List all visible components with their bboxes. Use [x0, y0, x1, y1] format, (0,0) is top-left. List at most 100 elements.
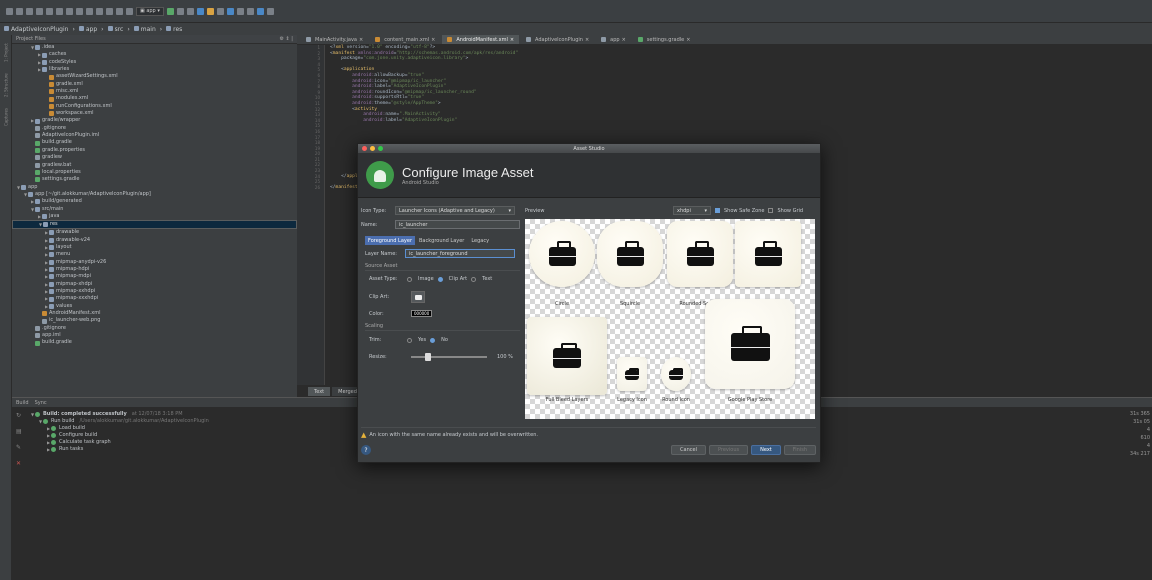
- tab-text[interactable]: Text: [308, 387, 331, 396]
- breadcrumb-item[interactable]: AdaptiveIconPlugin: [4, 25, 68, 33]
- help-icon[interactable]: [266, 7, 274, 15]
- folder-icon[interactable]: [6, 7, 13, 15]
- editor-tab[interactable]: AndroidManifest.xml ×: [442, 35, 520, 44]
- radio-trim-yes[interactable]: [407, 337, 412, 343]
- cancel-button[interactable]: Cancel: [671, 445, 706, 455]
- tree-item[interactable]: ▼ res: [12, 220, 297, 230]
- build-tree-item[interactable]: ▼ Run build/Users/alokkumar/git.alokkumar…: [30, 418, 209, 425]
- close-tab-icon[interactable]: ×: [622, 37, 626, 43]
- run-icon[interactable]: [166, 7, 174, 15]
- tree-item[interactable]: ▶ caches: [12, 51, 297, 58]
- previous-button[interactable]: Previous: [708, 445, 749, 455]
- tree-item[interactable]: misc.xml: [12, 88, 297, 95]
- find-icon[interactable]: [86, 7, 93, 15]
- attach-icon[interactable]: [196, 7, 204, 15]
- tab-foreground-layer[interactable]: Foreground Layer: [365, 236, 415, 245]
- run-config-select[interactable]: ▣ app ▾: [136, 6, 164, 16]
- tree-item[interactable]: local.properties: [12, 169, 297, 176]
- tree-item[interactable]: ▶ build/generated: [12, 198, 297, 205]
- close-tab-icon[interactable]: ×: [359, 37, 363, 43]
- tree-item[interactable]: ▼ .idea: [12, 44, 297, 51]
- project-view-selector[interactable]: Project Files: [16, 36, 46, 42]
- tree-item[interactable]: settings.gradle: [12, 176, 297, 183]
- close-icon[interactable]: ✕: [16, 460, 23, 467]
- project-panel-actions[interactable]: ⚙ ⇕ |: [279, 36, 293, 42]
- tree-item[interactable]: ▶ mipmap-xhdpi: [12, 281, 297, 288]
- breadcrumb-item[interactable]: res: [166, 25, 182, 33]
- back-icon[interactable]: [106, 7, 113, 15]
- checkbox-safe-zone[interactable]: [715, 208, 720, 213]
- tree-item[interactable]: modules.xml: [12, 95, 297, 102]
- tree-item[interactable]: gradle.xml: [12, 81, 297, 88]
- close-tab-icon[interactable]: ×: [510, 37, 514, 43]
- undo-icon[interactable]: [36, 7, 43, 15]
- tab-build[interactable]: Build: [16, 400, 29, 406]
- tree-item[interactable]: ▶ libraries: [12, 66, 297, 73]
- sync-gradle-icon[interactable]: [216, 7, 224, 15]
- tree-item[interactable]: assetWizardSettings.xml: [12, 73, 297, 80]
- editor-tab[interactable]: content_main.xml ×: [370, 35, 440, 44]
- radio-text[interactable]: [471, 276, 477, 282]
- tree-item[interactable]: ▼ app [~/git.alokkumar/AdaptiveIconPlugin…: [12, 191, 297, 198]
- tree-item[interactable]: ▶ mipmap-xxhdpi: [12, 288, 297, 295]
- tree-item[interactable]: AdaptiveIconPlugin.iml: [12, 132, 297, 139]
- finish-button[interactable]: Finish: [783, 445, 816, 455]
- tree-item[interactable]: ▶ gradle/wrapper: [12, 117, 297, 124]
- tree-item[interactable]: gradle.properties: [12, 147, 297, 154]
- editor-tab[interactable]: MainActivity.java ×: [301, 35, 368, 44]
- resize-slider[interactable]: [411, 353, 487, 361]
- build-tree-item[interactable]: ▶ Load build: [30, 425, 209, 432]
- breadcrumb-item[interactable]: app: [78, 25, 97, 33]
- tree-item[interactable]: ▼ app: [12, 184, 297, 191]
- stop-icon[interactable]: [206, 7, 214, 15]
- profile-icon[interactable]: [186, 7, 194, 15]
- avd-icon[interactable]: [226, 7, 234, 15]
- sync-icon[interactable]: [26, 7, 33, 15]
- copy-icon[interactable]: [66, 7, 73, 15]
- tree-item[interactable]: gradlew: [12, 154, 297, 161]
- tree-item[interactable]: workspace.xml: [12, 110, 297, 117]
- filter-icon[interactable]: ▤: [16, 428, 23, 435]
- tab-background-layer[interactable]: Background Layer: [416, 236, 467, 245]
- debug-icon[interactable]: [176, 7, 184, 15]
- tree-item[interactable]: ▼ src/main: [12, 206, 297, 213]
- redo-icon[interactable]: [46, 7, 53, 15]
- save-icon[interactable]: [16, 7, 23, 15]
- tree-item[interactable]: ▶ values: [12, 303, 297, 310]
- build-tree-item[interactable]: ▼ Build: completed successfully at 12/07/1…: [30, 411, 209, 418]
- tree-item[interactable]: gradlew.bat: [12, 162, 297, 169]
- tree-item[interactable]: ▶ drawable-v24: [12, 237, 297, 244]
- resize-slider-thumb[interactable]: [425, 353, 431, 361]
- tree-item[interactable]: ▶ codeStyles: [12, 59, 297, 66]
- zoom-window-button[interactable]: [378, 146, 383, 151]
- sdk-icon[interactable]: [236, 7, 244, 15]
- next-button[interactable]: Next: [751, 445, 781, 455]
- clip-art-button[interactable]: [411, 291, 425, 303]
- structure-icon[interactable]: [246, 7, 254, 15]
- checkbox-show-grid[interactable]: [768, 208, 774, 213]
- tree-item[interactable]: AndroidManifest.xml: [12, 310, 297, 317]
- close-window-button[interactable]: [362, 146, 367, 151]
- build-tree-item[interactable]: ▶ Calculate task graph: [30, 439, 209, 446]
- forward-icon[interactable]: [116, 7, 123, 15]
- tree-item[interactable]: ▶ layout: [12, 244, 297, 251]
- editor-tab[interactable]: AdaptiveIconPlugin ×: [521, 35, 594, 44]
- tree-item[interactable]: .gitignore: [12, 325, 297, 332]
- build-tree-item[interactable]: ▶ Run tasks: [30, 446, 209, 453]
- replace-icon[interactable]: [96, 7, 103, 15]
- tab-legacy[interactable]: Legacy: [468, 236, 492, 245]
- tree-item[interactable]: .gitignore: [12, 125, 297, 132]
- close-tab-icon[interactable]: ×: [686, 37, 690, 43]
- tree-item[interactable]: build.gradle: [12, 339, 297, 346]
- side-tab[interactable]: 1: Project: [0, 39, 12, 67]
- cut-icon[interactable]: [56, 7, 63, 15]
- tree-item[interactable]: runConfigurations.xml: [12, 103, 297, 110]
- editor-tab[interactable]: app ×: [596, 35, 631, 44]
- build-tree-item[interactable]: ▶ Configure build: [30, 432, 209, 439]
- tab-sync[interactable]: Sync: [35, 400, 47, 406]
- tree-item[interactable]: ▶ mipmap-hdpi: [12, 266, 297, 273]
- tree-item[interactable]: ▶ mipmap-mdpi: [12, 273, 297, 280]
- paste-icon[interactable]: [76, 7, 83, 15]
- tree-item[interactable]: ▶ java: [12, 213, 297, 220]
- layer-name-input[interactable]: ic_launcher_foreground: [405, 249, 515, 258]
